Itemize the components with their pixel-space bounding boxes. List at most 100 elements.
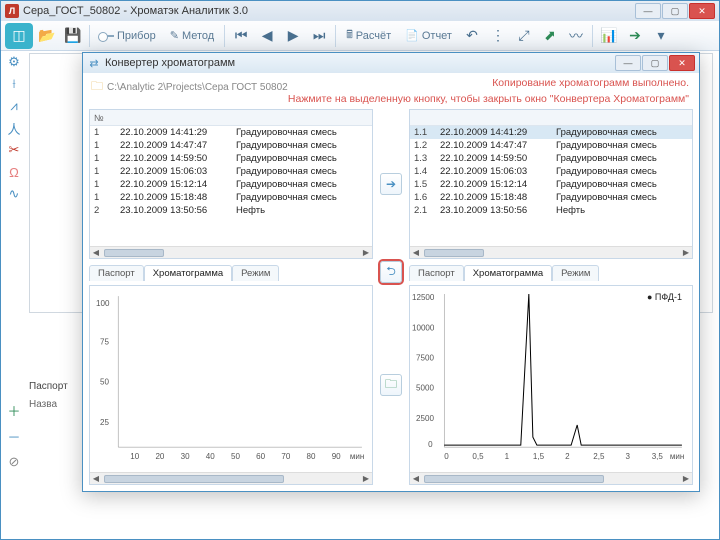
- pencil-icon: ✎: [170, 29, 179, 42]
- list-item[interactable]: 1.622.10.2009 15:18:48Градуировочная сме…: [410, 191, 692, 204]
- main-titlebar[interactable]: Л Сера_ГОСТ_50802 - Хроматэк Аналитик 3.…: [1, 1, 719, 21]
- svg-text:мин: мин: [670, 452, 684, 461]
- add-icon[interactable]: ＋: [5, 401, 23, 419]
- conv-close-button[interactable]: ✕: [669, 55, 695, 71]
- list-item[interactable]: 2.123.10.2009 13:50:56Нефть: [410, 204, 692, 217]
- save-button[interactable]: 💾: [61, 24, 85, 48]
- list-item[interactable]: 122.10.2009 14:59:50Градуировочная смесь: [90, 152, 372, 165]
- svg-text:70: 70: [281, 452, 290, 461]
- next-button[interactable]: ▶: [281, 24, 305, 48]
- transfer-right-button[interactable]: ➔: [380, 173, 402, 195]
- merge-icon[interactable]: 人: [5, 119, 23, 137]
- svg-text:90: 90: [332, 452, 341, 461]
- report-icon: 📄: [405, 29, 419, 42]
- list-item[interactable]: 1.222.10.2009 14:47:47Градуировочная сме…: [410, 139, 692, 152]
- list-item[interactable]: 1.422.10.2009 15:06:03Градуировочная сме…: [410, 165, 692, 178]
- svg-text:0: 0: [428, 440, 433, 449]
- target-list[interactable]: 1.122.10.2009 14:41:29Градуировочная сме…: [409, 109, 693, 259]
- list-item[interactable]: 122.10.2009 14:41:29Градуировочная смесь: [90, 126, 372, 139]
- minimize-button[interactable]: —: [635, 3, 661, 19]
- converter-title: Конвертер хроматограмм: [105, 57, 235, 69]
- list-item[interactable]: 1.122.10.2009 14:41:29Градуировочная сме…: [410, 126, 692, 139]
- device-button[interactable]: Прибор: [94, 24, 162, 48]
- svg-text:12500: 12500: [412, 293, 435, 302]
- svg-text:60: 60: [256, 452, 265, 461]
- peak-icon[interactable]: ⩘: [5, 97, 23, 115]
- open-button[interactable]: 📂: [35, 24, 59, 48]
- left-chart[interactable]: 100 75 50 25 10 20 30 40 50 60 70 80 90 …: [89, 285, 373, 485]
- list-item[interactable]: 122.10.2009 15:12:14Градуировочная смесь: [90, 178, 372, 191]
- list-item[interactable]: 1.522.10.2009 15:12:14Градуировочная сме…: [410, 178, 692, 191]
- svg-text:80: 80: [307, 452, 316, 461]
- svg-text:100: 100: [96, 299, 110, 308]
- svg-text:1: 1: [505, 452, 510, 461]
- svg-text:40: 40: [206, 452, 215, 461]
- tab-chroma-r[interactable]: Хроматограмма: [464, 265, 552, 281]
- zoom-fit-button[interactable]: ⤢: [512, 24, 536, 48]
- list-item[interactable]: 1.322.10.2009 14:59:50Градуировочная сме…: [410, 152, 692, 165]
- dropdown-icon[interactable]: ▾: [649, 24, 673, 48]
- status-message-1: Копирование хроматограмм выполнено.: [492, 77, 689, 89]
- undo-button[interactable]: ↶: [460, 24, 484, 48]
- svg-text:5000: 5000: [416, 384, 434, 393]
- converter-window: ⇄ Конвертер хроматограмм — ▢ ✕ 🗀 C:\Anal…: [82, 52, 700, 492]
- method-button[interactable]: ✎Метод: [164, 24, 220, 48]
- converter-titlebar[interactable]: ⇄ Конвертер хроматограмм — ▢ ✕: [83, 53, 699, 73]
- close-converter-button[interactable]: ⮌: [380, 261, 402, 283]
- list-item[interactable]: 223.10.2009 13:50:56Нефть: [90, 204, 372, 217]
- close-button[interactable]: ✕: [689, 3, 715, 19]
- converter-icon: ⇄: [87, 56, 101, 70]
- main-toolbar: ◫ 📂 💾 Прибор ✎Метод ⏮ ◀ ▶ ⏭ 🖩Расчёт 📄Отч…: [1, 21, 719, 51]
- list-item[interactable]: 122.10.2009 15:06:03Градуировочная смесь: [90, 165, 372, 178]
- prev-button[interactable]: ◀: [255, 24, 279, 48]
- ruler-icon[interactable]: ⟊: [5, 75, 23, 93]
- calc-button[interactable]: 🖩Расчёт: [340, 24, 397, 48]
- peak-tool-icon[interactable]: ⬈: [538, 24, 562, 48]
- tab-chroma[interactable]: Хроматограмма: [144, 265, 232, 281]
- tab-passport-r[interactable]: Паспорт: [409, 265, 464, 281]
- svg-text:1,5: 1,5: [533, 452, 545, 461]
- remove-icon[interactable]: －: [5, 427, 23, 445]
- last-button[interactable]: ⏭: [307, 24, 331, 48]
- hscrollbar[interactable]: ◀▶: [410, 472, 692, 484]
- wave-icon[interactable]: 〰: [564, 24, 588, 48]
- svg-text:3: 3: [626, 452, 631, 461]
- hscrollbar[interactable]: ◀▶: [90, 472, 372, 484]
- curve-icon[interactable]: ∿: [5, 185, 23, 203]
- new-folder-button[interactable]: 🗀: [380, 374, 402, 396]
- svg-text:0: 0: [444, 452, 449, 461]
- tab-mode-r[interactable]: Режим: [552, 265, 599, 281]
- first-button[interactable]: ⏮: [229, 24, 253, 48]
- hscrollbar[interactable]: ◀▶: [90, 246, 372, 258]
- cancel-icon[interactable]: ⊘: [5, 453, 23, 471]
- home-button[interactable]: ◫: [5, 23, 33, 49]
- conv-maximize-button[interactable]: ▢: [642, 55, 668, 71]
- svg-text:10: 10: [130, 452, 139, 461]
- svg-text:2500: 2500: [416, 414, 434, 423]
- cut-icon[interactable]: ✂: [5, 141, 23, 159]
- source-list[interactable]: № 122.10.2009 14:41:29Градуировочная сме…: [89, 109, 373, 259]
- gear-icon[interactable]: ⚙: [5, 53, 23, 71]
- list-item[interactable]: 122.10.2009 14:47:47Градуировочная смесь: [90, 139, 372, 152]
- split-icon[interactable]: Ω: [5, 163, 23, 181]
- right-chart[interactable]: ПФД-1 12500 10000 7500 5000 2500 0 0: [409, 285, 693, 485]
- svg-text:20: 20: [155, 452, 164, 461]
- maximize-button[interactable]: ▢: [662, 3, 688, 19]
- conv-minimize-button[interactable]: —: [615, 55, 641, 71]
- bg-field-label: Назва: [29, 399, 57, 410]
- background-tabs: Паспорт: [29, 381, 68, 392]
- list-item[interactable]: 122.10.2009 15:18:48Градуировочная смесь: [90, 191, 372, 204]
- export-icon[interactable]: ➔: [623, 24, 647, 48]
- barchart-icon[interactable]: 📊: [597, 24, 621, 48]
- report-button[interactable]: 📄Отчет: [399, 24, 458, 48]
- hscrollbar[interactable]: ◀▶: [410, 246, 692, 258]
- tab-mode[interactable]: Режим: [232, 265, 279, 281]
- svg-text:30: 30: [181, 452, 190, 461]
- left-tool-palette: ⚙ ⟊ ⩘ 人 ✂ Ω ∿: [3, 53, 25, 203]
- more-icon[interactable]: ⋮: [486, 24, 510, 48]
- status-message-2: Нажмите на выделенную кнопку, чтобы закр…: [288, 93, 689, 105]
- svg-text:75: 75: [100, 337, 109, 346]
- tab-passport[interactable]: Паспорт: [89, 265, 144, 281]
- device-icon: [100, 35, 114, 37]
- folder-icon: 🗀: [91, 77, 103, 98]
